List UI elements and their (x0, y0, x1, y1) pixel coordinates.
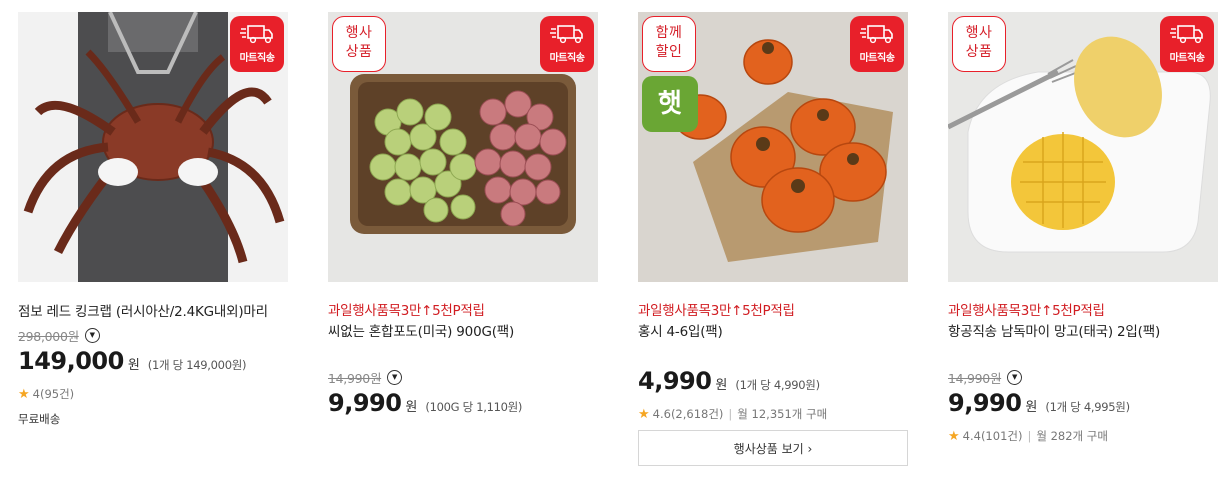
currency-label: 원 (715, 378, 728, 393)
promo-text: 과일행사품목3만↑5천P적립 (948, 303, 1105, 319)
rating: ★ 4.6(2,618건) | 월 12,351개 구매 (638, 405, 908, 423)
ship-badge-label: 마트직송 (549, 53, 585, 64)
product-card-mango[interactable]: 행사 상품 마트직송 과일행사품목3만↑5천P적립 항공직송 남독마이 망고(태… (948, 12, 1218, 445)
currency-label: 원 (127, 358, 140, 373)
free-shipping-label: 무료배송 (18, 412, 61, 426)
original-price: 14,990원 (948, 370, 1002, 386)
rating: ★ 4.4(101건) | 월 282개 구매 (948, 427, 1218, 445)
event-badge-label: 함께 할인 (655, 25, 683, 60)
mart-direct-shipping-badge: 마트직송 (1160, 16, 1214, 72)
fresh-badge: 햇 (642, 76, 698, 132)
original-price: 14,990원 (328, 370, 382, 386)
divider: | (1027, 429, 1032, 443)
ship-badge-label: 마트직송 (859, 53, 895, 64)
currency-label: 원 (1025, 400, 1038, 415)
product-title[interactable]: 항공직송 남독마이 망고(태국) 2입(팩) (948, 321, 1218, 343)
sale-price: 9,990 (328, 389, 402, 417)
delivery-truck-icon (1170, 25, 1203, 44)
product-card-persimmon[interactable]: 함께 할인 햇 마트직송 과일행사품목3만↑5천P적립 홍시 4-6입(팩) 4… (638, 12, 908, 466)
event-badge-label: 행사 상품 (345, 25, 373, 60)
unit-price: (1개 당 149,000원) (147, 358, 247, 372)
unit-price: (1개 당 4,990원) (735, 378, 820, 392)
monthly-purchases: 월 282개 구매 (1036, 429, 1108, 443)
product-image[interactable]: 행사 상품 마트직송 (948, 12, 1218, 282)
unit-price: (100G 당 1,110원) (425, 400, 523, 414)
chevron-down-circle-icon[interactable]: ▼ (387, 369, 403, 385)
product-image[interactable]: 함께 할인 햇 마트직송 (638, 12, 908, 282)
product-card-king-crab[interactable]: 마트직송 점보 레드 킹크랩 (러시아산/2.4KG내외)마리 298,000원… (18, 12, 288, 427)
product-title[interactable]: 홍시 4-6입(팩) (638, 321, 908, 343)
sale-price: 149,000 (18, 347, 124, 375)
delivery-truck-icon (550, 25, 583, 44)
star-icon: ★ (18, 386, 30, 402)
original-price: 298,000원 (18, 328, 79, 344)
product-title[interactable]: 씨없는 혼합포도(미국) 900G(팩) (328, 321, 598, 343)
event-badge-label: 행사 상품 (965, 25, 993, 60)
product-image[interactable]: 행사 상품 마트직송 (328, 12, 598, 282)
mart-direct-shipping-badge: 마트직송 (540, 16, 594, 72)
product-card-grapes[interactable]: 행사 상품 마트직송 과일행사품목3만↑5천P적립 씨없는 혼합포도(미국) 9… (328, 12, 598, 421)
product-title[interactable]: 점보 레드 킹크랩 (러시아산/2.4KG내외)마리 (18, 301, 288, 323)
ship-badge-label: 마트직송 (239, 53, 275, 64)
product-image[interactable]: 마트직송 (18, 12, 288, 282)
sale-price: 9,990 (948, 389, 1022, 417)
delivery-truck-icon (240, 25, 273, 44)
together-discount-badge: 함께 할인 (642, 16, 696, 72)
mart-direct-shipping-badge: 마트직송 (850, 16, 904, 72)
promo-text: 과일행사품목3만↑5천P적립 (638, 303, 795, 319)
divider: | (728, 407, 733, 421)
currency-label: 원 (405, 400, 418, 415)
event-product-badge: 행사 상품 (952, 16, 1006, 72)
star-icon: ★ (948, 428, 960, 444)
unit-price: (1개 당 4,995원) (1045, 400, 1130, 414)
monthly-purchases: 월 12,351개 구매 (737, 407, 828, 421)
rating-text: 4.6(2,618건) (652, 407, 724, 421)
delivery-truck-icon (860, 25, 893, 44)
mart-direct-shipping-badge: 마트직송 (230, 16, 284, 72)
rating: ★ 4(95건) (18, 385, 288, 403)
chevron-down-circle-icon[interactable]: ▼ (1007, 369, 1023, 385)
chevron-down-circle-icon[interactable]: ▼ (84, 327, 100, 343)
promo-text: 과일행사품목3만↑5천P적립 (328, 303, 485, 319)
event-product-badge: 행사 상품 (332, 16, 386, 72)
star-icon: ★ (638, 406, 650, 422)
rating-text: 4(95건) (32, 387, 75, 401)
rating-text: 4.4(101건) (962, 429, 1023, 443)
ship-badge-label: 마트직송 (1169, 53, 1205, 64)
sale-price: 4,990 (638, 367, 712, 395)
view-event-products-button[interactable]: 행사상품 보기 › (638, 430, 908, 466)
